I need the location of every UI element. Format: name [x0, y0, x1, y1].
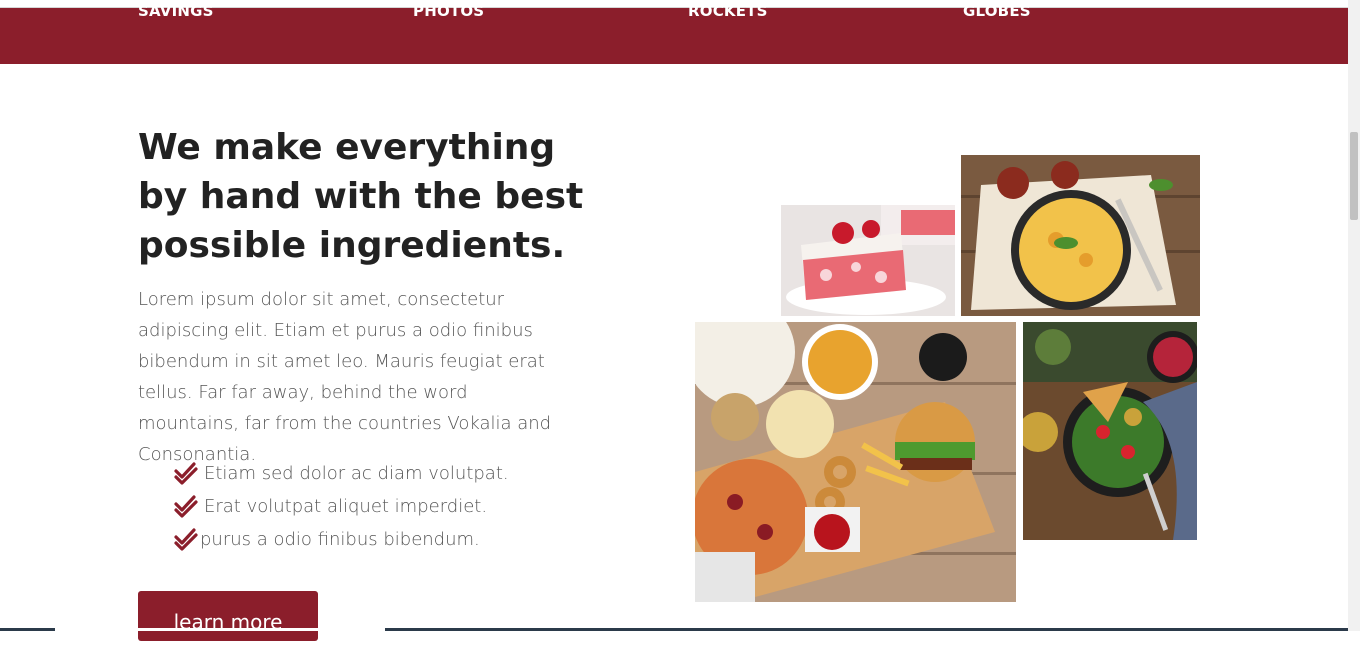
cake-photo	[781, 205, 955, 316]
frittata-photo	[961, 155, 1200, 316]
section-headline: We make everything by hand with the best…	[138, 127, 584, 266]
fast-food-photo	[695, 322, 1016, 602]
list-item: purus a odio finibus bibendum.	[174, 523, 509, 556]
navbar: SAVINGS PHOTOS ROCKETS GLOBES	[0, 2, 1348, 64]
nav-item-globes[interactable]: GLOBES	[963, 2, 1031, 20]
scrollbar-thumb[interactable]	[1350, 132, 1358, 220]
list-item: Erat volutpat aliquet imperdiet.	[174, 490, 509, 523]
learn-more-button[interactable]: learn more	[138, 591, 318, 641]
double-check-icon	[174, 494, 198, 518]
list-item-text: Etiam sed dolor ac diam volutpat.	[204, 463, 509, 484]
salad-photo	[1023, 322, 1197, 540]
double-check-icon	[174, 527, 198, 551]
feature-checklist: Etiam sed dolor ac diam volutpat. Erat v…	[174, 457, 509, 556]
double-check-icon	[174, 461, 198, 485]
nav-item-photos[interactable]: PHOTOS	[413, 2, 484, 20]
section-paragraph: Lorem ipsum dolor sit amet, consectetur …	[138, 289, 552, 465]
nav-item-rockets[interactable]: ROCKETS	[688, 2, 768, 20]
scrollbar[interactable]	[1348, 0, 1360, 631]
list-item-text: purus a odio finibus bibendum.	[200, 529, 480, 550]
list-item-text: Erat volutpat aliquet imperdiet.	[204, 496, 488, 517]
nav-item-savings[interactable]: SAVINGS	[138, 2, 214, 20]
list-item: Etiam sed dolor ac diam volutpat.	[174, 457, 509, 490]
